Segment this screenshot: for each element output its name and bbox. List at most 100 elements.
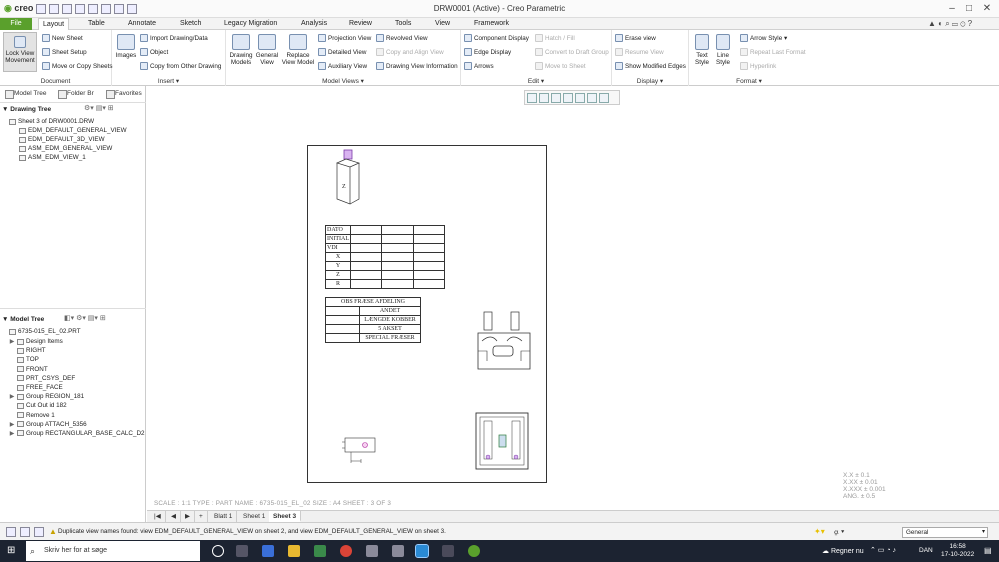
tab-framework[interactable]: Framework xyxy=(470,18,513,30)
help-icons[interactable]: ▲ ◐ ⌕ ▭ ⊙ ? xyxy=(928,19,972,29)
arrows-button[interactable]: Arrows xyxy=(464,62,494,70)
model-tree-settings-icons[interactable]: ◧▾ ⚙▾ ▤▾ ⊞ xyxy=(64,314,106,322)
model-tree-item[interactable]: ▶ Group RECTANGULAR_BASE_CALC_D2 xyxy=(9,429,145,438)
repeat-last-format-button[interactable]: Repeat Last Format xyxy=(740,48,806,56)
model-tree-item[interactable]: PRT_CSYS_DEF xyxy=(9,374,145,383)
drawing-tree-item[interactable]: EDM_DEFAULT_GENERAL_VIEW xyxy=(19,127,127,134)
taskbar-search-input[interactable]: ⌕ Skriv her for at søge xyxy=(26,541,200,561)
mail-icon[interactable] xyxy=(262,545,274,557)
tab-sketch[interactable]: Sketch xyxy=(176,18,205,30)
tab-folder-browser[interactable]: Folder Br xyxy=(56,88,94,100)
resume-view-button[interactable]: Resume View xyxy=(615,48,664,56)
model-tree-item[interactable]: RIGHT xyxy=(9,346,145,355)
tab-table[interactable]: Table xyxy=(84,18,109,30)
drawing-models-button[interactable]: Drawing Models xyxy=(229,34,253,66)
navigator-toggle-icon[interactable] xyxy=(6,527,16,537)
smart-select-icon[interactable]: ✦▾ xyxy=(814,527,825,536)
task-view-icon[interactable] xyxy=(236,545,248,557)
hatch-fill-button[interactable]: Hatch / Fill xyxy=(535,34,575,42)
drawing-tree-root[interactable]: Sheet 3 of DRW0001.DRW xyxy=(9,118,94,125)
images-button[interactable]: Images xyxy=(115,34,137,59)
app-icon[interactable] xyxy=(366,545,378,557)
clock[interactable]: 16:58 17-10-2022 xyxy=(941,543,974,559)
chrome-icon[interactable] xyxy=(340,545,352,557)
detailed-view-button[interactable]: Detailed View xyxy=(318,48,366,56)
tab-layout[interactable]: Layout xyxy=(38,18,70,30)
model-tree-item[interactable]: FRONT xyxy=(9,365,145,374)
sheet-setup-button[interactable]: Sheet Setup xyxy=(42,48,87,56)
language-indicator[interactable]: DAN xyxy=(919,547,933,554)
drawing-tree-header[interactable]: ▼ Drawing Tree xyxy=(2,106,51,113)
tray-icons[interactable]: ⌃ ▭ ◔ ♪ xyxy=(870,546,896,554)
drawing-sheet[interactable]: Z DATO INITIAL VDI X Y Z R OBS FRÆSE AFD… xyxy=(307,145,547,483)
arrow-style-button[interactable]: Arrow Style ▾ xyxy=(740,34,787,42)
model-tree-item[interactable]: ▶ Design Items xyxy=(9,337,145,346)
erase-view-button[interactable]: Erase view xyxy=(615,34,656,42)
assembly-top-view[interactable] xyxy=(475,411,531,471)
sheet-nav-next[interactable]: ▶ xyxy=(181,511,195,522)
notification-icon[interactable]: ▤ xyxy=(984,546,992,555)
new-sheet-button[interactable]: New Sheet xyxy=(42,34,83,42)
import-drawing-button[interactable]: Import Drawing/Data xyxy=(140,34,208,42)
file-explorer-icon[interactable] xyxy=(288,545,300,557)
zoom-out-icon[interactable] xyxy=(551,93,561,103)
windows-start-icon[interactable]: ⊞ xyxy=(7,545,15,556)
group-label-display[interactable]: Display ▾ xyxy=(612,77,688,85)
move-to-sheet-button[interactable]: Move to Sheet xyxy=(535,62,586,70)
show-modified-edges-button[interactable]: Show Modified Edges xyxy=(615,62,686,70)
text-style-button[interactable]: Text Style xyxy=(692,34,712,66)
views-icon[interactable] xyxy=(599,93,609,103)
auxiliary-view-button[interactable]: Auxiliary View xyxy=(318,62,367,70)
detail-view[interactable] xyxy=(341,433,377,469)
drawing-view-info-button[interactable]: Drawing View Information xyxy=(376,62,458,70)
layers-icon[interactable] xyxy=(575,93,585,103)
milling-table[interactable]: OBS FRÆSE AFDELING ANDET LÆNGDE KOBBER 5… xyxy=(325,297,421,343)
lock-view-movement-button[interactable]: Lock View Movement xyxy=(3,32,37,72)
model-tree-item[interactable]: ▶ Group REGION_181 xyxy=(9,392,145,401)
drawing-tree-item[interactable]: EDM_DEFAULT_3D_VIEW xyxy=(19,136,105,143)
projection-view-button[interactable]: Projection View xyxy=(318,34,371,42)
browser-toggle-icon[interactable] xyxy=(20,527,30,537)
line-style-button[interactable]: Line Style xyxy=(713,34,733,66)
close-icon[interactable]: ✕ xyxy=(980,2,994,15)
sheet-nav-first[interactable]: |◀ xyxy=(150,511,166,522)
drawing-tree-item[interactable]: ASM_EDM_VIEW_1 xyxy=(19,154,86,161)
object-button[interactable]: Object xyxy=(140,48,168,56)
group-label-model-views[interactable]: Model Views ▾ xyxy=(226,77,460,85)
display-style-icon[interactable] xyxy=(587,93,597,103)
selection-filter-dropdown[interactable]: General ▾ xyxy=(902,527,988,538)
sheet-nav-add[interactable]: + xyxy=(195,511,208,522)
convert-draft-group-button[interactable]: Convert to Draft Group xyxy=(535,48,609,56)
tab-file[interactable]: File xyxy=(0,18,32,30)
repaint-icon[interactable] xyxy=(563,93,573,103)
tab-model-tree[interactable]: Model Tree xyxy=(3,88,47,100)
model-tree-root[interactable]: 6735-015_EL_02.PRT xyxy=(9,328,81,335)
group-label-edit[interactable]: Edit ▾ xyxy=(461,77,611,85)
fullscreen-icon[interactable] xyxy=(34,527,44,537)
model-tree-header[interactable]: ▼ Model Tree xyxy=(2,316,44,323)
edge-display-button[interactable]: Edge Display xyxy=(464,48,511,56)
tab-view[interactable]: View xyxy=(431,18,454,30)
group-label-insert[interactable]: Insert ▾ xyxy=(112,77,225,85)
weather-widget[interactable]: ☁ Regner nu xyxy=(822,547,864,555)
copy-from-drawing-button[interactable]: Copy from Other Drawing xyxy=(140,62,221,70)
sheet-tab-active[interactable]: Sheet 3 xyxy=(269,511,302,522)
assembly-front-view[interactable] xyxy=(475,311,533,373)
sheet-nav-prev[interactable]: ◀ xyxy=(167,511,181,522)
app-icon[interactable] xyxy=(468,545,480,557)
refit-icon[interactable] xyxy=(527,93,537,103)
model-tree-item[interactable]: TOP xyxy=(9,355,145,364)
graphics-area[interactable] xyxy=(147,86,999,510)
info-table[interactable]: DATO INITIAL VDI X Y Z R xyxy=(325,225,446,289)
tab-analysis[interactable]: Analysis xyxy=(297,18,331,30)
sheet-tab[interactable]: Sheet 1 xyxy=(239,511,271,522)
maximize-icon[interactable]: □ xyxy=(962,2,976,15)
model-tree-item[interactable]: Remove 1 xyxy=(9,411,145,420)
panel-divider[interactable] xyxy=(0,308,146,309)
model-tree-item[interactable]: ▶ Group ATTACH_5356 xyxy=(9,420,145,429)
model-tree-item[interactable]: FREE_FACE xyxy=(9,383,145,392)
copy-align-view-button[interactable]: Copy and Align View xyxy=(376,48,444,56)
revolved-view-button[interactable]: Revolved View xyxy=(376,34,428,42)
drawing-tree-item[interactable]: ASM_EDM_GENERAL_VIEW xyxy=(19,145,112,152)
creo-taskbar-icon[interactable] xyxy=(415,544,429,558)
